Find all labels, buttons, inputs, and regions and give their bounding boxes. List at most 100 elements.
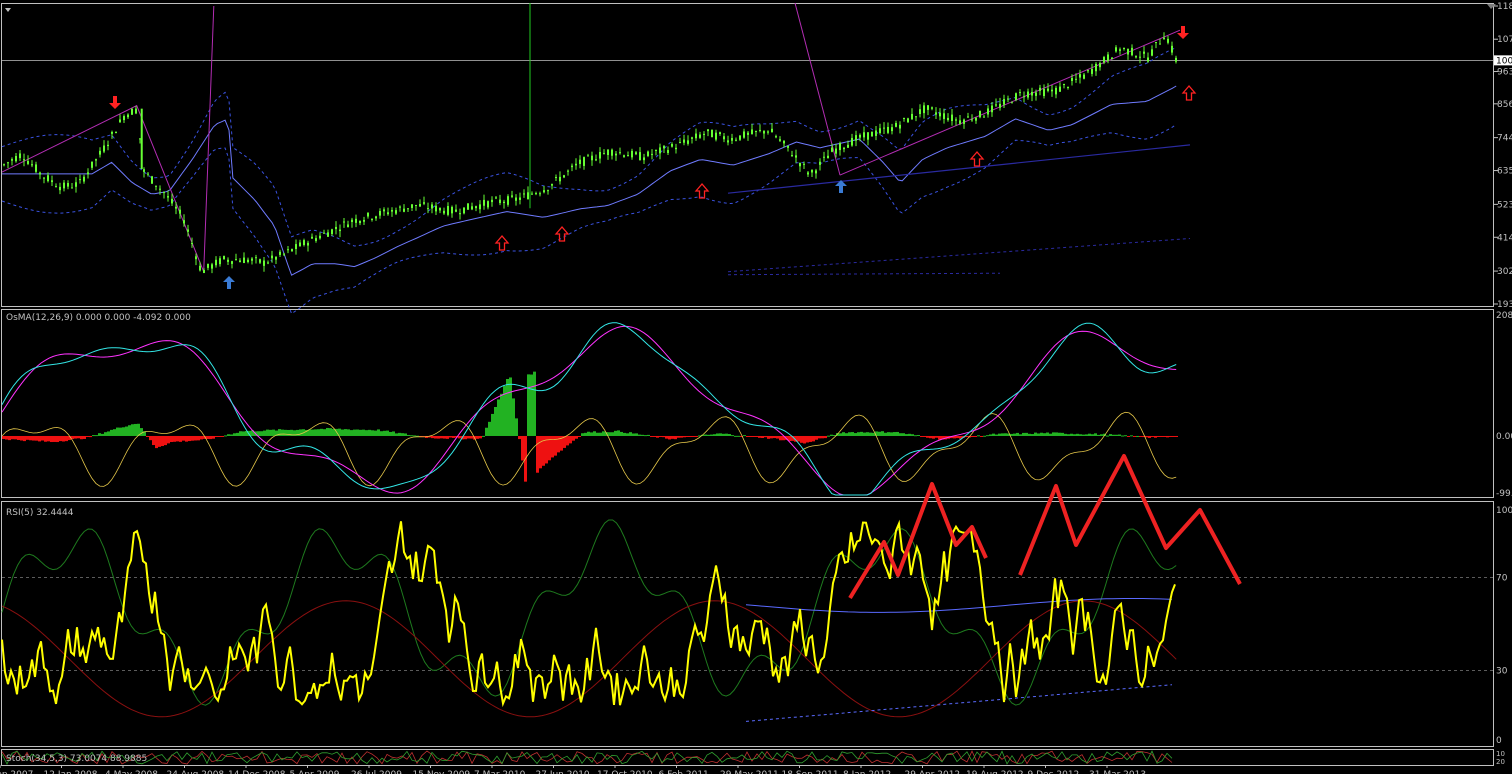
osma-bar bbox=[341, 429, 344, 436]
osma-bar bbox=[674, 435, 677, 440]
osma-bar bbox=[221, 435, 224, 437]
candle-body bbox=[151, 176, 153, 184]
candle-body bbox=[215, 259, 217, 266]
candle-body bbox=[283, 253, 285, 255]
candle-body bbox=[203, 270, 205, 273]
candle-body bbox=[751, 129, 753, 134]
candle-body bbox=[395, 210, 397, 214]
candle-body bbox=[399, 206, 401, 208]
candle-body bbox=[1059, 86, 1061, 92]
osma-bar bbox=[1031, 434, 1034, 436]
candle-body bbox=[55, 186, 57, 188]
osma-bar bbox=[80, 435, 83, 440]
lower-band-line bbox=[1, 124, 1177, 315]
candle-body bbox=[455, 209, 457, 212]
osma-bar bbox=[59, 435, 62, 442]
pattern-annotation-line-2 bbox=[1018, 454, 1242, 585]
osma-bar bbox=[410, 435, 413, 437]
candle-body bbox=[623, 155, 625, 157]
osma-bar bbox=[260, 431, 263, 436]
osma-bar bbox=[1058, 432, 1061, 436]
candle-body bbox=[631, 150, 633, 158]
osma-bar bbox=[1022, 432, 1025, 436]
osma-bar bbox=[935, 435, 938, 438]
x-tick-label: 26 Jul 2009 bbox=[351, 770, 402, 774]
candle-body bbox=[579, 159, 581, 164]
candle-body bbox=[587, 155, 589, 157]
candle-body bbox=[1127, 48, 1129, 55]
long-ma-line bbox=[727, 144, 1191, 194]
candle-body bbox=[995, 104, 997, 106]
osma-bar bbox=[74, 435, 77, 439]
candle-body bbox=[75, 182, 77, 187]
candle-body bbox=[1023, 96, 1025, 98]
osma-bar bbox=[125, 426, 128, 436]
osma-bar bbox=[803, 435, 806, 444]
osma-bar bbox=[206, 435, 209, 440]
buy-signal-arrow-icon-shape bbox=[494, 235, 510, 251]
osma-bar bbox=[212, 435, 215, 439]
candle-body bbox=[83, 176, 85, 182]
candle-body bbox=[1155, 42, 1157, 44]
osma-bar bbox=[365, 430, 368, 436]
candle-body bbox=[1031, 91, 1033, 96]
candle-body bbox=[19, 153, 21, 159]
candle-body bbox=[3, 164, 5, 166]
sell-signal-arrow-icon bbox=[1177, 26, 1189, 39]
candle-body bbox=[251, 258, 253, 261]
osma-bar bbox=[572, 435, 575, 441]
osma-bar bbox=[47, 435, 50, 442]
osma-bar bbox=[506, 379, 509, 436]
osma-bar bbox=[1046, 432, 1049, 436]
candle-body bbox=[735, 139, 737, 141]
candle-body bbox=[187, 229, 189, 232]
osma-bar bbox=[194, 435, 197, 441]
osma-bar bbox=[992, 433, 995, 436]
osma-bar bbox=[140, 428, 143, 436]
candle-body bbox=[839, 143, 841, 151]
rsi-panel bbox=[1, 454, 1494, 722]
buy-signal-arrow-icon-shape bbox=[969, 151, 985, 167]
osma-bar bbox=[815, 435, 818, 440]
osma-bar bbox=[869, 432, 872, 436]
candle-body bbox=[787, 145, 789, 148]
osma-bar bbox=[566, 435, 569, 446]
x-tick-label: 19 Aug 2012 bbox=[966, 770, 1024, 774]
osma-bar bbox=[329, 428, 332, 436]
rsi-y-tick-label: 0 bbox=[1496, 736, 1502, 746]
candle-body bbox=[779, 139, 781, 141]
osma-bar bbox=[521, 435, 524, 461]
osma-bar bbox=[818, 435, 821, 439]
candle-body bbox=[51, 180, 53, 183]
osma-bar bbox=[1106, 435, 1109, 437]
candle-body bbox=[1007, 98, 1009, 100]
candle-body bbox=[519, 197, 521, 200]
candle-body bbox=[503, 201, 505, 204]
osma-bar bbox=[1172, 435, 1175, 437]
candle-body bbox=[915, 116, 917, 118]
osma-bar bbox=[737, 435, 740, 437]
osma-bar bbox=[1160, 435, 1163, 437]
long-lower-band-line bbox=[727, 237, 1191, 273]
stoch-y-tick-label: 10 bbox=[1496, 750, 1505, 758]
candle-body bbox=[575, 163, 577, 166]
osma-bar bbox=[371, 430, 374, 436]
candle-body bbox=[775, 136, 777, 138]
candle-body bbox=[1135, 56, 1137, 58]
osma-bar bbox=[488, 421, 491, 436]
osma-bar bbox=[467, 435, 470, 439]
candle-body bbox=[140, 108, 143, 170]
candle-body bbox=[447, 206, 449, 215]
collapse-arrow-icon[interactable] bbox=[5, 8, 11, 12]
osma-bar bbox=[500, 393, 503, 436]
candle-body bbox=[451, 206, 453, 214]
candle-body bbox=[831, 147, 833, 152]
candle-body bbox=[171, 198, 173, 204]
osma-bar bbox=[827, 435, 830, 437]
osma-bar bbox=[386, 430, 389, 436]
rsi-label: RSI(5) 32.4444 bbox=[6, 508, 74, 518]
osma-bar bbox=[602, 431, 605, 436]
osma-bar bbox=[155, 435, 158, 449]
candle-body bbox=[115, 131, 117, 134]
candle-body bbox=[851, 137, 853, 146]
